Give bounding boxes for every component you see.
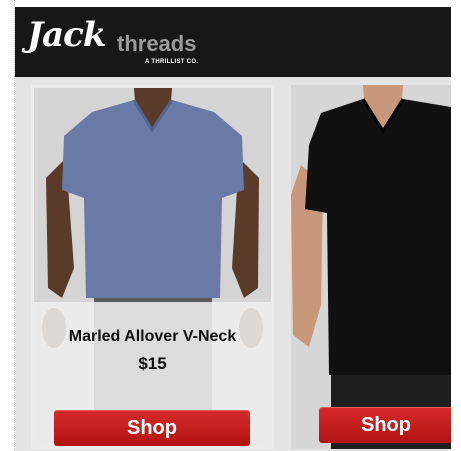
product-card-2[interactable]: Shop [291,85,451,449]
product-photo-2[interactable] [291,85,451,449]
page-right-margin [451,0,461,451]
ad-header: Jack threads A THRILLIST CO. [15,7,451,77]
shop-button[interactable]: Shop [319,407,451,443]
product-title[interactable]: Marled Allover V-Neck [34,328,271,346]
shop-button[interactable]: Shop [54,410,250,446]
logo-script-text: Jack [27,15,106,55]
logo-tagline: A THRILLIST CO. [145,59,199,65]
logo-word-text: threads [117,31,197,56]
page-left-margin [0,0,15,451]
jackthreads-logo[interactable]: Jack threads A THRILLIST CO. [21,13,231,73]
jackthreads-ad[interactable]: Jack threads A THRILLIST CO. Marled Allo… [15,7,451,451]
product-card-1[interactable]: Marled Allover V-Neck $15 Shop [31,85,274,449]
product-price: $15 [138,354,167,373]
